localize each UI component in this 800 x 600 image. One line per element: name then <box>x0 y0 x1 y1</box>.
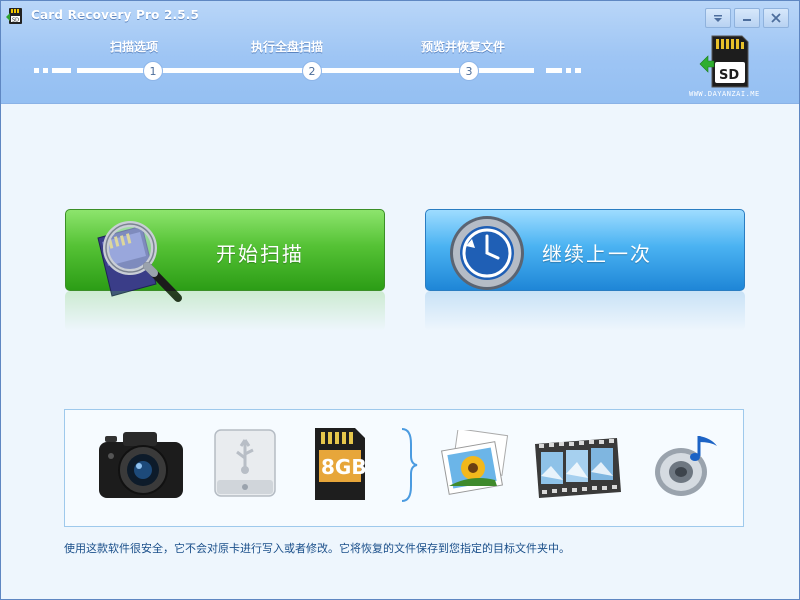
svg-text:SD: SD <box>12 18 19 24</box>
close-icon <box>771 13 781 23</box>
camera-icon <box>99 432 183 498</box>
menu-dropdown-icon <box>714 15 722 22</box>
sd-logo-text: SD <box>719 68 739 83</box>
button-reflection <box>65 291 385 331</box>
step-2-label: 执行全盘扫描 <box>251 40 324 54</box>
progress-dash <box>52 68 71 73</box>
minimize-button[interactable] <box>734 8 760 28</box>
app-window: SD Card Recovery Pro 2.5.5 扫描选项 1 执行全盘扫描… <box>0 0 800 600</box>
step-3-indicator: 3 <box>459 61 479 81</box>
step-1-indicator: 1 <box>143 61 163 81</box>
continue-last-button[interactable]: 继续上一次 <box>425 209 745 291</box>
progress-dash <box>43 68 48 73</box>
brand-site-text: WWW.DAYANZAI.ME <box>689 90 760 98</box>
continue-last-label: 继续上一次 <box>542 242 652 266</box>
progress-dash <box>575 68 581 73</box>
usb-drive-icon <box>214 429 276 497</box>
sd-card-logo: SD <box>699 35 749 88</box>
film-icon <box>535 438 621 498</box>
header-bar: SD Card Recovery Pro 2.5.5 扫描选项 1 执行全盘扫描… <box>1 1 799 104</box>
brace-divider <box>401 428 418 502</box>
step-2-indicator: 2 <box>302 61 322 81</box>
start-scan-button[interactable]: 开始扫描 <box>65 209 385 302</box>
step-3-label: 预览并恢复文件 <box>421 40 506 54</box>
progress-dash <box>34 68 39 73</box>
sd-card-capacity: 8GB <box>321 455 367 479</box>
progress-dash <box>546 68 562 73</box>
menu-dropdown-button[interactable] <box>705 8 731 28</box>
window-title: Card Recovery Pro 2.5.5 <box>31 8 200 22</box>
photos-icon <box>441 430 509 495</box>
music-speaker-icon <box>655 436 717 496</box>
app-icon: SD <box>6 8 22 24</box>
minimize-icon <box>743 19 751 21</box>
close-button[interactable] <box>763 8 789 28</box>
progress-dash <box>566 68 571 73</box>
button-reflection <box>425 291 745 331</box>
start-scan-label: 开始扫描 <box>216 242 304 266</box>
clock-restore-icon <box>450 216 524 290</box>
supported-devices-panel: 8GB <box>64 409 744 527</box>
step-1-label: 扫描选项 <box>110 40 159 54</box>
sd-card-icon: 8GB <box>315 428 367 500</box>
safety-note: 使用这款软件很安全，它不会对原卡进行写入或者修改。它将恢复的文件保存到您指定的目… <box>64 542 570 555</box>
